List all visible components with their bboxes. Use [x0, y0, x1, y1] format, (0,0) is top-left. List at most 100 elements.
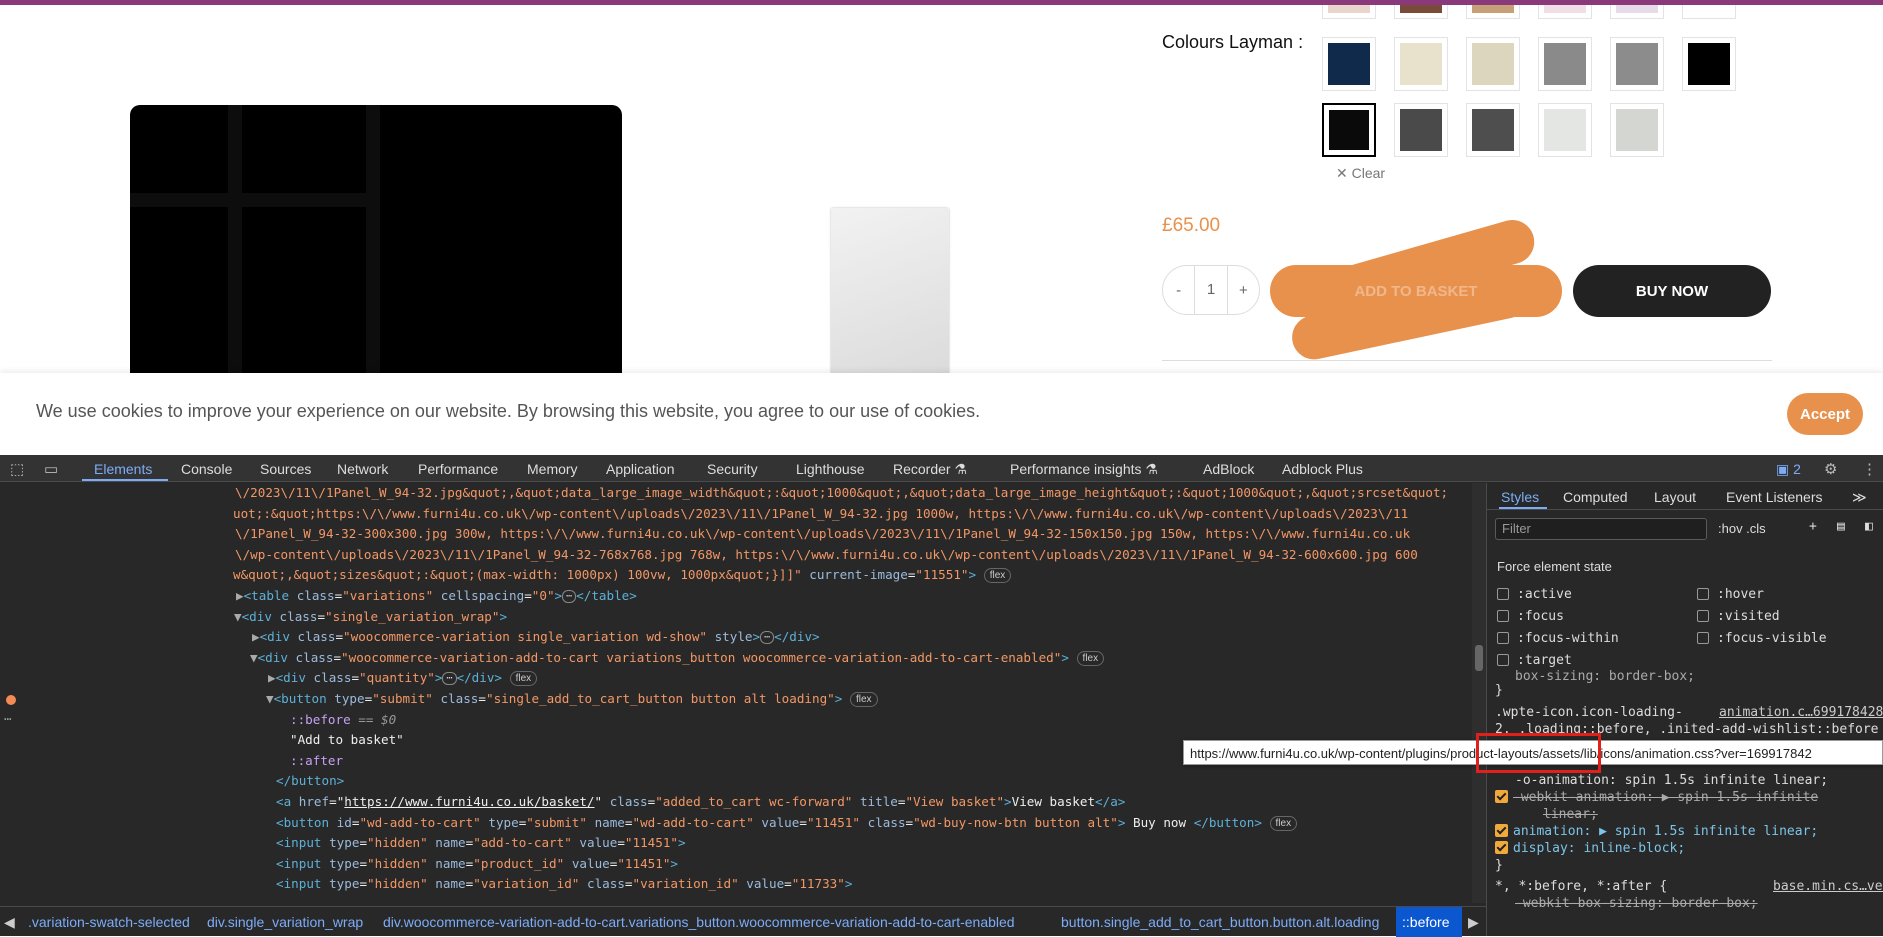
accept-cookies-button[interactable]: Accept — [1787, 393, 1863, 435]
qty-input[interactable]: 1 — [1194, 266, 1228, 314]
breadcrumb-selected[interactable]: ::before — [1396, 907, 1462, 937]
clear-link[interactable]: ✕ Clear — [1336, 165, 1385, 182]
buy-now-button[interactable]: BUY NOW — [1573, 265, 1771, 317]
attr-value: "added_to_cart wc-forward" — [655, 794, 853, 809]
colour-swatch[interactable] — [1682, 37, 1736, 91]
qty-minus-button[interactable]: - — [1163, 282, 1194, 299]
tree-node-anchor[interactable]: <a href="https://www.furni4u.co.uk/baske… — [276, 792, 1125, 813]
breadcrumb-item[interactable]: div.woocommerce-variation-add-to-cart.va… — [383, 914, 1015, 930]
colour-swatch[interactable] — [1538, 103, 1592, 157]
tab-elements[interactable]: Elements — [94, 461, 152, 477]
tab-performance[interactable]: Performance — [418, 461, 498, 477]
elements-tree[interactable]: \/2023\/11\/1Panel_W_94-32.jpg&quot;,&qu… — [0, 483, 1470, 903]
state-target-checkbox[interactable]: :target — [1497, 653, 1572, 668]
colour-swatch[interactable] — [1610, 103, 1664, 157]
paint-icon[interactable]: ▤ — [1837, 519, 1845, 534]
breadcrumb-item[interactable]: .variation-swatch-selected — [28, 914, 190, 930]
state-focus-checkbox[interactable]: :focus — [1497, 609, 1564, 624]
tab-performance-insights[interactable]: Performance insights ⚗ — [1010, 461, 1158, 478]
tab-security[interactable]: Security — [707, 461, 758, 477]
chevron-right-icon[interactable]: ▶ — [1468, 914, 1479, 931]
style-decl[interactable]: display: inline-block; — [1495, 841, 1685, 856]
colour-swatch[interactable] — [1610, 5, 1664, 19]
tab-event-listeners[interactable]: Event Listeners — [1726, 489, 1823, 505]
tab-sources[interactable]: Sources — [260, 461, 311, 477]
tab-memory[interactable]: Memory — [527, 461, 578, 477]
tab-styles[interactable]: Styles — [1501, 489, 1539, 505]
tab-recorder[interactable]: Recorder ⚗ — [893, 461, 967, 478]
flex-badge[interactable]: flex — [1076, 650, 1105, 666]
state-focus-visible-checkbox[interactable]: :focus-visible — [1697, 631, 1827, 646]
colour-swatch[interactable] — [1538, 5, 1592, 19]
tree-node-table[interactable]: ▶<table class="variations" cellspacing="… — [236, 586, 637, 607]
product-thumbnail[interactable] — [831, 208, 949, 373]
colour-swatch[interactable] — [1322, 37, 1376, 91]
tree-node-quantity[interactable]: ▶<div class="quantity"> ⋯ </div> flex — [268, 668, 538, 689]
style-decl[interactable]: -webkit-box-sizing: border-box; — [1515, 896, 1758, 911]
state-focus-within-checkbox[interactable]: :focus-within — [1497, 631, 1619, 646]
tab-adblock-plus[interactable]: Adblock Plus — [1282, 461, 1363, 477]
style-decl[interactable]: -o-animation: spin 1.5s infinite linear; — [1515, 773, 1828, 788]
state-hover-checkbox[interactable]: :hover — [1697, 587, 1764, 602]
style-decl[interactable]: animation: ▶ spin 1.5s infinite linear; — [1495, 824, 1818, 839]
tree-node-before[interactable]: ::before == $0 — [290, 710, 396, 731]
hov-cls-toggles[interactable]: :hov .cls — [1718, 521, 1766, 536]
breadcrumb-item[interactable]: button.single_add_to_cart_button.button.… — [1061, 914, 1379, 930]
issues-badge[interactable]: ▣ 2 — [1776, 461, 1801, 478]
tree-node-button[interactable]: ▼<button type="submit" class="single_add… — [266, 689, 878, 710]
tree-node-input[interactable]: <input type="hidden" name="variation_id"… — [276, 874, 852, 895]
tree-node-variation[interactable]: ▶<div class="woocommerce-variation singl… — [252, 627, 820, 648]
more-tabs-icon[interactable]: ≫ — [1852, 489, 1867, 506]
colour-swatch[interactable] — [1466, 37, 1520, 91]
state-visited-checkbox[interactable]: :visited — [1697, 609, 1780, 624]
styles-filter-input[interactable]: Filter — [1495, 518, 1707, 540]
colour-swatch[interactable] — [1394, 5, 1448, 19]
tab-application[interactable]: Application — [606, 461, 675, 477]
style-source-link[interactable]: animation.c…699178428 — [1719, 705, 1883, 720]
style-decl[interactable]: -webkit-animation: ▶ spin 1.5s infinite — [1495, 790, 1818, 805]
tab-network[interactable]: Network — [337, 461, 388, 477]
colour-swatch[interactable] — [1466, 103, 1520, 157]
tree-node-after[interactable]: ::after — [290, 751, 343, 772]
device-toolbar-icon[interactable]: ▭ — [44, 460, 58, 478]
basket-link[interactable]: https://www.furni4u.co.uk/basket/ — [344, 794, 594, 809]
colour-swatch[interactable] — [1538, 37, 1592, 91]
style-decl[interactable]: box-sizing: border-box; — [1515, 669, 1695, 684]
sidebar-toggle-icon[interactable]: ◧ — [1865, 519, 1873, 534]
tab-layout[interactable]: Layout — [1654, 489, 1696, 505]
colour-swatch[interactable] — [1322, 5, 1376, 19]
colour-swatch[interactable] — [1610, 37, 1664, 91]
breadcrumb-item[interactable]: div.single_variation_wrap — [207, 914, 363, 930]
inspect-element-icon[interactable]: ⬚ — [10, 460, 24, 478]
state-active-checkbox[interactable]: :active — [1497, 587, 1572, 602]
ellipsis-icon[interactable]: ⋯ — [4, 709, 12, 730]
flex-badge[interactable]: flex — [1269, 815, 1298, 831]
tab-adblock[interactable]: AdBlock — [1203, 461, 1254, 477]
tab-computed[interactable]: Computed — [1563, 489, 1628, 505]
tree-node-wrap[interactable]: ▼<div class="single_variation_wrap"> — [234, 607, 507, 628]
product-main-image[interactable] — [130, 105, 622, 373]
tree-node-wd-button[interactable]: <button id="wd-add-to-cart" type="submit… — [276, 813, 1298, 834]
tree-text-node[interactable]: "Add to basket" — [290, 730, 404, 751]
colour-swatch[interactable] — [1682, 5, 1736, 19]
tree-node-input[interactable]: <input type="hidden" name="product_id" v… — [276, 854, 678, 875]
tree-node-input[interactable]: <input type="hidden" name="add-to-cart" … — [276, 833, 686, 854]
gear-icon[interactable]: ⚙ — [1824, 460, 1837, 478]
colour-swatch[interactable] — [1394, 37, 1448, 91]
colour-swatch[interactable] — [1466, 5, 1520, 19]
qty-plus-button[interactable]: + — [1228, 282, 1259, 299]
more-options-icon[interactable]: ⋮ — [1862, 460, 1877, 478]
tab-console[interactable]: Console — [181, 461, 232, 477]
add-to-basket-button[interactable]: ADD TO BASKET — [1270, 214, 1562, 364]
colour-swatch[interactable] — [1394, 103, 1448, 157]
flex-badge[interactable]: flex — [983, 568, 1012, 584]
tree-node-add-to-cart[interactable]: ▼<div class="woocommerce-variation-add-t… — [250, 648, 1105, 669]
flex-badge[interactable]: flex — [849, 692, 878, 707]
elements-scrollbar[interactable] — [1472, 483, 1486, 903]
colour-swatch[interactable] — [1322, 103, 1376, 157]
style-source-link[interactable]: base.min.cs…ver=7.3.2 — [1773, 879, 1883, 894]
chevron-left-icon[interactable]: ◀ — [4, 914, 15, 931]
new-rule-icon[interactable]: + — [1809, 519, 1817, 534]
flex-badge[interactable]: flex — [509, 671, 538, 687]
tab-lighthouse[interactable]: Lighthouse — [796, 461, 865, 477]
